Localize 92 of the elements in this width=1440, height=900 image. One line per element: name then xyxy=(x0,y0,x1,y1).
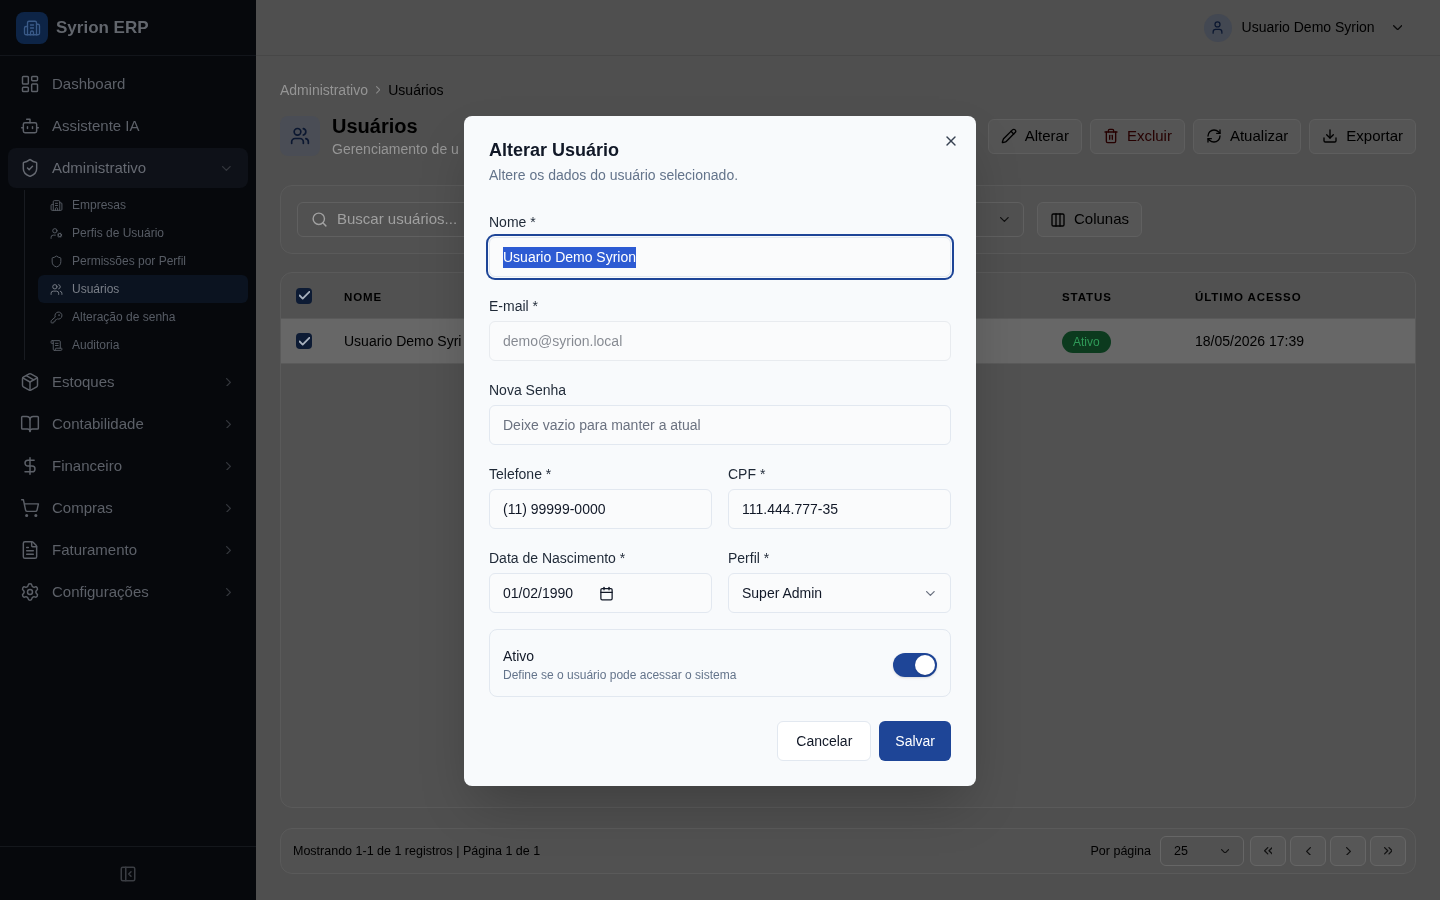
sidebar-subitem[interactable]: Permissões por Perfil xyxy=(38,247,248,275)
column-header: STATUS xyxy=(1062,290,1112,303)
delete-button[interactable]: Excluir xyxy=(1089,118,1185,154)
users-icon xyxy=(50,282,63,296)
sidebar-subitem[interactable]: Usuários xyxy=(38,275,248,303)
field-label: Perfil * xyxy=(728,549,771,568)
sidebar-item[interactable]: Estoques xyxy=(8,362,248,402)
sidebar-item[interactable]: Faturamento xyxy=(8,530,248,570)
pencil-icon xyxy=(1000,128,1017,144)
table-cell: Usuario Demo Syri xyxy=(344,333,462,349)
dialog-description: Altere os dados do usuário selecionado. xyxy=(489,166,739,185)
chevron-left-icon xyxy=(1305,846,1311,856)
user-gear-icon xyxy=(50,226,63,240)
calendar-icon xyxy=(599,585,615,601)
field-label: Nova Senha xyxy=(489,381,568,400)
edit-button[interactable]: Alterar xyxy=(987,118,1082,154)
sidebar-item[interactable]: Dashboard xyxy=(8,64,248,104)
chevron-down-icon xyxy=(1000,217,1009,222)
field-label: E-mail * xyxy=(489,297,539,316)
table-cell: 18/05/2026 17:39 xyxy=(1195,333,1304,349)
cancel-button[interactable]: Cancelar xyxy=(777,721,872,761)
chevron-right-icon xyxy=(1345,846,1351,856)
check-icon xyxy=(298,291,310,300)
search-icon xyxy=(311,211,328,228)
switch-description: Define se o usuário pode acessar o sistema xyxy=(503,667,737,683)
text-field[interactable]: 111.444.777-35 xyxy=(728,489,951,529)
double-chevron-left-icon xyxy=(1263,847,1273,855)
column-header: NOME xyxy=(344,290,383,303)
shield-check-icon xyxy=(20,158,40,178)
select-field[interactable]: Super Admin xyxy=(728,573,951,613)
sidebar-item[interactable]: Administrativo xyxy=(8,148,248,188)
password-field[interactable]: Deixe vazio para manter a atual xyxy=(489,405,951,445)
settings-icon xyxy=(20,582,40,602)
field-label: Telefone * xyxy=(489,465,553,484)
brand-name: Syrion ERP xyxy=(56,16,149,39)
switch-label: Ativo xyxy=(503,647,536,666)
per-page-label: Por página xyxy=(1090,842,1151,860)
chevron-down-icon xyxy=(1392,24,1402,31)
chevron-right-icon xyxy=(375,86,381,94)
date-field[interactable]: 01/02/1990 xyxy=(489,573,712,613)
breadcrumb-current: Usuários xyxy=(388,80,444,100)
chevron-down-icon xyxy=(926,590,935,596)
field-label: Data de Nascimento * xyxy=(489,549,627,568)
building-icon xyxy=(50,198,63,212)
sidebar-item[interactable]: Assistente IA xyxy=(8,106,248,146)
double-chevron-right-icon xyxy=(1383,847,1393,855)
book-icon xyxy=(20,414,40,434)
export-button[interactable]: Exportar xyxy=(1309,118,1416,154)
per-page-select[interactable]: 25 xyxy=(1160,836,1244,866)
checkbox[interactable] xyxy=(296,287,312,304)
columns-button[interactable]: Colunas xyxy=(1037,202,1143,237)
refresh-button[interactable]: Atualizar xyxy=(1192,118,1302,154)
sidebar-subitem[interactable]: Empresas xyxy=(38,191,248,219)
sidebar-subitem[interactable]: Alteração de senha xyxy=(38,303,248,331)
save-button[interactable]: Salvar xyxy=(879,721,951,761)
pagination-summary: Mostrando 1-1 de 1 registros | Página 1 de 1 xyxy=(293,842,542,860)
status-badge: Ativo xyxy=(1062,331,1111,353)
field-label: CPF * xyxy=(728,465,767,484)
scroll-icon xyxy=(50,338,63,352)
column-header: ÚLTIMO ACESSO xyxy=(1195,290,1302,303)
shield-icon xyxy=(50,254,63,268)
field-label: Nome * xyxy=(489,213,537,232)
cart-icon xyxy=(20,498,40,518)
sidebar-subitem[interactable]: Perfis de Usuário xyxy=(38,219,248,247)
user-avatar-icon xyxy=(1203,13,1232,42)
text-field[interactable]: Usuario Demo Syrion xyxy=(489,237,951,277)
users-icon xyxy=(280,116,320,156)
columns-icon xyxy=(1050,211,1066,228)
breadcrumb-link[interactable]: Administrativo xyxy=(280,79,368,101)
sidebar-item[interactable]: Contabilidade xyxy=(8,404,248,444)
sidebar-item[interactable]: Compras xyxy=(8,488,248,528)
download-icon xyxy=(1322,128,1339,144)
dashboard-grid-icon xyxy=(20,74,40,94)
text-field[interactable]: (11) 99999-0000 xyxy=(489,489,712,529)
chevron-down-icon xyxy=(1220,848,1229,854)
page-subtitle: Gerenciamento de u xyxy=(332,140,459,159)
user-menu[interactable]: Usuario Demo Syrion xyxy=(1191,7,1414,48)
refresh-icon xyxy=(1205,128,1222,144)
dialog-title: Alterar Usuário xyxy=(489,139,621,162)
page-title: Usuários xyxy=(332,114,419,139)
sidebar-item[interactable]: Financeiro xyxy=(8,446,248,486)
check-icon xyxy=(298,336,310,346)
sidebar-item[interactable]: Configurações xyxy=(8,572,248,612)
sidebar-subitem[interactable]: Auditoria xyxy=(38,331,248,359)
trash-icon xyxy=(1102,128,1119,144)
document-icon xyxy=(20,540,40,560)
toggle-switch[interactable] xyxy=(893,652,937,677)
box-icon xyxy=(20,372,40,392)
key-icon xyxy=(50,310,63,324)
checkbox[interactable] xyxy=(296,333,312,349)
building-logo-icon xyxy=(16,11,48,44)
robot-icon xyxy=(20,116,40,136)
